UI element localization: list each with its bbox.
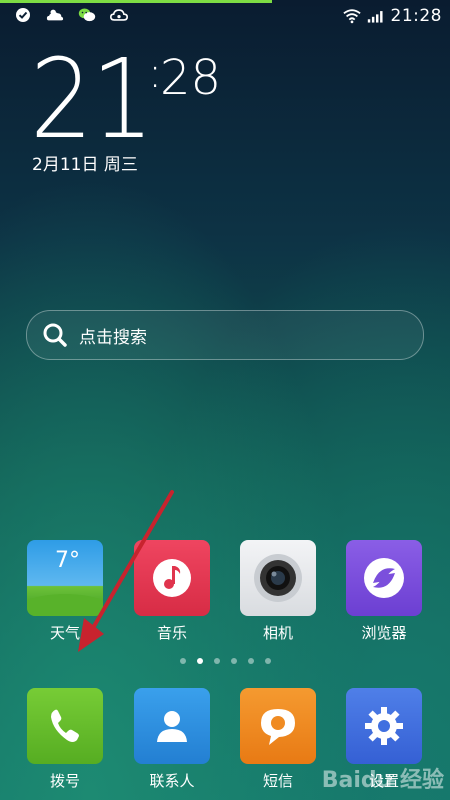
watermark: Baidu 经验 [321,768,444,793]
annotation-arrow [78,490,174,652]
